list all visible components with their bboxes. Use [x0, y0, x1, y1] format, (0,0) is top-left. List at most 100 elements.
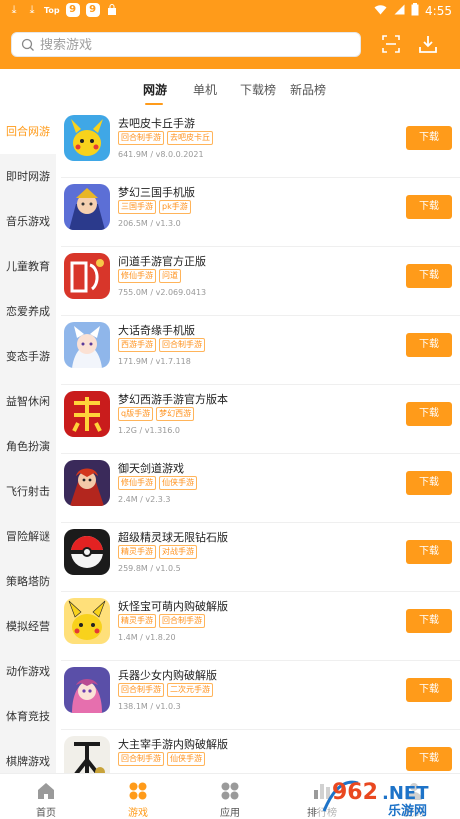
list-item[interactable]: 去吧皮卡丘手游 回合制手游 去吧皮卡丘 641.9M / v8.0.0.2021… — [56, 109, 460, 178]
tab-single-player[interactable]: 单机 — [193, 81, 217, 98]
tab-new-ranking[interactable]: 新品榜 — [290, 81, 326, 98]
download-button[interactable]: 下载 — [406, 678, 452, 702]
list-item[interactable]: 问道手游官方正版 修仙手游 问道 755.0M / v2.069.0413 下载 — [56, 247, 460, 316]
game-name: 妖怪宝可萌内购破解版 — [118, 600, 228, 613]
search-input[interactable] — [40, 35, 340, 55]
sidebar-item[interactable]: 策略塔防 — [0, 559, 56, 604]
download-button[interactable]: 下载 — [406, 333, 452, 357]
game-meta: 641.9M / v8.0.0.2021 — [118, 150, 204, 159]
sidebar-item[interactable]: 变态手游 — [0, 334, 56, 379]
game-tag[interactable]: q版手游 — [118, 407, 154, 421]
battery-icon — [411, 3, 419, 19]
list-item[interactable]: 御天剑道游戏 修仙手游 仙侠手游 2.4M / v2.3.3 下载 — [56, 454, 460, 523]
game-tags: 修仙手游 问道 — [118, 269, 181, 283]
game-meta: 138.1M / v1.0.3 — [118, 702, 181, 711]
game-meta: 755.0M / v2.069.0413 — [118, 288, 207, 297]
download-button[interactable]: 下载 — [406, 609, 452, 633]
download-button[interactable]: 下载 — [406, 402, 452, 426]
apps-icon — [220, 781, 240, 801]
tab-online-games[interactable]: 网游 — [143, 81, 167, 98]
game-name: 梦幻三国手机版 — [118, 186, 195, 199]
games-icon — [128, 781, 148, 801]
wendao-icon — [64, 253, 110, 299]
game-tag[interactable]: 回合制手游 — [118, 131, 164, 145]
game-tag[interactable]: 修仙手游 — [118, 476, 156, 490]
sidebar-item[interactable]: 益智休闲 — [0, 379, 56, 424]
svg-text:.NET: .NET — [382, 783, 429, 804]
sidebar-item[interactable]: 即时网游 — [0, 154, 56, 199]
game-tags: q版手游 梦幻西游 — [118, 407, 195, 421]
list-item[interactable]: 梦幻三国手机版 三国手游 pk手游 206.5M / v1.3.0 下载 — [56, 178, 460, 247]
sidebar-item[interactable]: 体育竞技 — [0, 694, 56, 739]
game-meta: 1.2G / v1.316.0 — [118, 426, 180, 435]
top-icon: Top — [44, 5, 60, 15]
sidebar-item[interactable]: 回合网游 — [0, 109, 56, 154]
game-tag[interactable]: 仙侠手游 — [167, 752, 205, 766]
three-kingdoms-icon — [64, 184, 110, 230]
list-item[interactable]: 大主宰手游内购破解版 回合制手游 仙侠手游 下载 — [56, 730, 460, 773]
game-name: 大话奇缘手机版 — [118, 324, 195, 337]
game-tag[interactable]: 修仙手游 — [118, 269, 156, 283]
fox-spirit-icon — [64, 322, 110, 368]
game-tag[interactable]: 去吧皮卡丘 — [167, 131, 213, 145]
home-icon — [36, 781, 56, 801]
sidebar-item[interactable]: 角色扮演 — [0, 424, 56, 469]
game-tag[interactable]: 精灵手游 — [118, 545, 156, 559]
game-tag[interactable]: 二次元手游 — [167, 683, 213, 697]
game-tag[interactable]: pk手游 — [159, 200, 191, 214]
sidebar-item[interactable]: 棋牌游戏 — [0, 739, 56, 773]
game-tag[interactable]: 回合制手游 — [118, 683, 164, 697]
dazhuzai-icon — [64, 736, 110, 773]
nav-label: 游戏 — [128, 808, 148, 819]
game-tag[interactable]: 对战手游 — [159, 545, 197, 559]
game-tag[interactable]: 梦幻西游 — [156, 407, 195, 421]
sidebar-item[interactable]: 动作游戏 — [0, 649, 56, 694]
scan-icon[interactable] — [380, 33, 402, 55]
list-item[interactable]: 梦幻西游手游官方版本 q版手游 梦幻西游 1.2G / v1.316.0 下载 — [56, 385, 460, 454]
list-item[interactable]: 兵器少女内购破解版 回合制手游 二次元手游 138.1M / v1.0.3 下载 — [56, 661, 460, 730]
bag-icon — [106, 4, 118, 16]
nav-home[interactable]: 首页 — [0, 774, 92, 819]
wifi-icon — [374, 4, 387, 18]
list-item[interactable]: 大话奇缘手机版 西游手游 回合制手游 171.9M / v1.7.118 下载 — [56, 316, 460, 385]
tab-download-ranking[interactable]: 下载榜 — [240, 81, 276, 98]
status-bar: ⤓ ⤓ Top 9 9 4:55 — [0, 0, 460, 20]
game-name: 兵器少女内购破解版 — [118, 669, 217, 682]
game-tag[interactable]: 精灵手游 — [118, 614, 156, 628]
download-button[interactable]: 下载 — [406, 471, 452, 495]
download-button[interactable]: 下载 — [406, 264, 452, 288]
download-manager-icon[interactable] — [417, 33, 439, 55]
nav-apps[interactable]: 应用 — [184, 774, 276, 819]
game-tags: 回合制手游 二次元手游 — [118, 683, 213, 697]
download-button[interactable]: 下载 — [406, 126, 452, 150]
game-tag[interactable]: 西游手游 — [118, 338, 156, 352]
nav-games[interactable]: 游戏 — [92, 774, 184, 819]
game-tag[interactable]: 回合制手游 — [159, 614, 205, 628]
sidebar-item[interactable]: 模拟经营 — [0, 604, 56, 649]
list-item[interactable]: 超级精灵球无限钻石版 精灵手游 对战手游 259.8M / v1.0.5 下载 — [56, 523, 460, 592]
download-button[interactable]: 下载 — [406, 540, 452, 564]
sidebar-item[interactable]: 飞行射击 — [0, 469, 56, 514]
game-tag[interactable]: 问道 — [159, 269, 181, 283]
game-meta: 206.5M / v1.3.0 — [118, 219, 181, 228]
game-meta: 1.4M / v1.8.20 — [118, 633, 176, 642]
sidebar-item[interactable]: 恋爱养成 — [0, 289, 56, 334]
sidebar-item[interactable]: 音乐游戏 — [0, 199, 56, 244]
list-item[interactable]: 妖怪宝可萌内购破解版 精灵手游 回合制手游 1.4M / v1.8.20 下载 — [56, 592, 460, 661]
game-name: 梦幻西游手游官方版本 — [118, 393, 228, 406]
download-button[interactable]: 下载 — [406, 747, 452, 771]
game-tags: 精灵手游 回合制手游 — [118, 614, 205, 628]
game-tag[interactable]: 三国手游 — [118, 200, 156, 214]
search-icon — [20, 37, 36, 53]
anime-girl-icon — [64, 667, 110, 713]
category-sidebar: 回合网游 即时网游 音乐游戏 儿童教育 恋爱养成 变态手游 益智休闲 角色扮演 … — [0, 109, 56, 773]
game-name: 去吧皮卡丘手游 — [118, 117, 195, 130]
game-tag[interactable]: 回合制手游 — [159, 338, 205, 352]
sidebar-item[interactable]: 儿童教育 — [0, 244, 56, 289]
game-tag[interactable]: 回合制手游 — [118, 752, 164, 766]
download-button[interactable]: 下载 — [406, 195, 452, 219]
search-bar[interactable] — [11, 32, 361, 57]
sidebar-item[interactable]: 冒险解谜 — [0, 514, 56, 559]
game-tag[interactable]: 仙侠手游 — [159, 476, 197, 490]
game-name: 问道手游官方正版 — [118, 255, 206, 268]
